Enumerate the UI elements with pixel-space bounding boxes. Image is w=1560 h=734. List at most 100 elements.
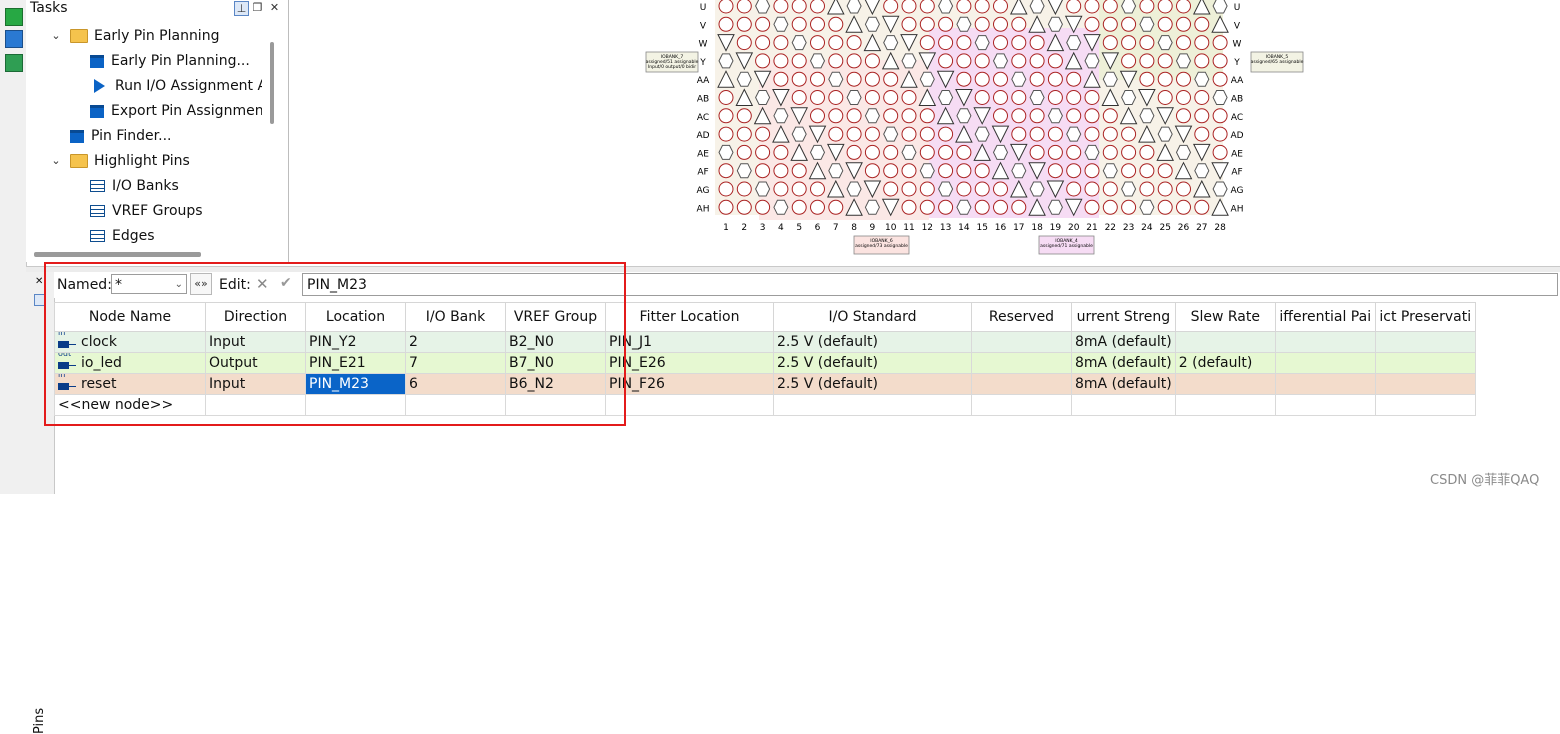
package-pin[interactable] bbox=[901, 53, 917, 69]
package-pin[interactable] bbox=[864, 53, 880, 69]
column-header-fitter-location[interactable]: Fitter Location bbox=[605, 302, 774, 332]
package-pin[interactable] bbox=[791, 126, 807, 142]
package-pin[interactable] bbox=[956, 181, 972, 197]
package-pin[interactable] bbox=[1139, 181, 1155, 197]
package-pin[interactable] bbox=[1175, 144, 1192, 160]
package-pin[interactable] bbox=[1066, 90, 1082, 105]
package-pin[interactable] bbox=[791, 163, 807, 179]
package-pin[interactable] bbox=[718, 144, 734, 160]
strict-preservation-cell[interactable] bbox=[1374, 373, 1476, 395]
package-pin[interactable] bbox=[736, 163, 752, 179]
package-pin[interactable] bbox=[1121, 16, 1137, 32]
package-pin[interactable] bbox=[1176, 90, 1191, 105]
package-pin[interactable] bbox=[901, 181, 917, 197]
package-pin[interactable] bbox=[1066, 35, 1082, 51]
package-pin[interactable] bbox=[993, 90, 1008, 105]
tree-item-vref-groups[interactable]: VREF Groups bbox=[90, 200, 203, 222]
restore-icon[interactable]: ❐ bbox=[251, 1, 264, 14]
package-pin[interactable] bbox=[1102, 35, 1118, 51]
package-pin[interactable] bbox=[864, 90, 880, 105]
tree-item-edges[interactable]: Edges bbox=[90, 225, 155, 247]
package-pin[interactable] bbox=[1029, 71, 1045, 87]
reserved-cell[interactable] bbox=[971, 373, 1072, 395]
package-pin[interactable] bbox=[1175, 53, 1192, 69]
package-pin[interactable] bbox=[901, 199, 917, 215]
package-pin[interactable] bbox=[1194, 199, 1210, 215]
package-pin[interactable] bbox=[736, 199, 752, 215]
package-pin[interactable] bbox=[718, 16, 734, 32]
package-pin[interactable] bbox=[1066, 126, 1082, 142]
package-pin[interactable] bbox=[1011, 126, 1027, 142]
package-pin[interactable] bbox=[1029, 35, 1045, 51]
package-pin[interactable] bbox=[1066, 71, 1082, 87]
package-pin[interactable] bbox=[1084, 16, 1100, 32]
package-pin[interactable] bbox=[1047, 90, 1063, 105]
package-pin[interactable] bbox=[718, 181, 734, 197]
package-pin[interactable] bbox=[773, 181, 789, 197]
strict-preservation-cell[interactable] bbox=[1374, 352, 1476, 374]
package-pin[interactable] bbox=[883, 35, 899, 51]
package-pin[interactable] bbox=[718, 199, 734, 215]
package-pin[interactable] bbox=[1066, 181, 1082, 197]
package-pin[interactable] bbox=[1029, 53, 1045, 69]
package-pin[interactable] bbox=[974, 90, 990, 105]
package-pin[interactable] bbox=[1084, 163, 1100, 179]
package-pin[interactable] bbox=[883, 0, 899, 14]
package-pin[interactable] bbox=[938, 90, 954, 105]
package-pin[interactable] bbox=[736, 126, 752, 142]
package-pin[interactable] bbox=[938, 35, 954, 51]
package-pin[interactable] bbox=[956, 199, 972, 215]
package-pin[interactable] bbox=[773, 0, 789, 14]
package-pin[interactable] bbox=[791, 35, 807, 51]
package-pin[interactable] bbox=[1047, 53, 1063, 69]
package-pin[interactable] bbox=[1011, 163, 1027, 179]
package-pin[interactable] bbox=[1011, 199, 1027, 215]
package-pin[interactable] bbox=[1084, 199, 1100, 215]
package-pin[interactable] bbox=[846, 108, 862, 124]
slew-rate-cell[interactable] bbox=[1174, 331, 1276, 353]
package-pin[interactable] bbox=[846, 35, 862, 51]
package-pin[interactable] bbox=[864, 16, 880, 32]
package-pin[interactable] bbox=[1139, 71, 1155, 87]
package-pin[interactable] bbox=[1212, 0, 1228, 14]
vertical-scrollbar[interactable] bbox=[270, 42, 274, 124]
package-pin[interactable] bbox=[773, 199, 789, 215]
package-pin[interactable] bbox=[1194, 71, 1210, 87]
package-pin[interactable] bbox=[846, 90, 862, 105]
package-pin[interactable] bbox=[1121, 199, 1137, 215]
package-pin[interactable] bbox=[736, 16, 752, 32]
package-pin[interactable] bbox=[755, 199, 771, 215]
bank-info-box[interactable]: IOBANK_5assigned/65 assignable bbox=[1250, 51, 1304, 73]
package-pin[interactable] bbox=[1121, 90, 1137, 105]
package-pin[interactable] bbox=[1066, 0, 1082, 14]
package-pin[interactable] bbox=[1157, 71, 1173, 87]
bank-info-box[interactable]: IOBANK_6assigned/73 assignable bbox=[853, 235, 910, 255]
package-pin[interactable] bbox=[1121, 53, 1137, 69]
package-pin[interactable] bbox=[883, 163, 899, 179]
package-pin[interactable] bbox=[810, 108, 825, 124]
package-pin[interactable] bbox=[1121, 181, 1137, 197]
package-pin[interactable] bbox=[718, 108, 734, 124]
package-pin[interactable] bbox=[828, 90, 844, 105]
reserved-cell[interactable] bbox=[971, 331, 1072, 353]
package-pin[interactable] bbox=[1029, 126, 1045, 142]
package-pin[interactable] bbox=[993, 16, 1008, 32]
strict-preservation-cell[interactable] bbox=[1374, 331, 1476, 353]
package-pin[interactable] bbox=[846, 144, 862, 160]
package-pin[interactable] bbox=[1121, 144, 1137, 160]
package-pin[interactable] bbox=[901, 0, 917, 14]
package-pin[interactable] bbox=[993, 108, 1008, 124]
package-pin[interactable] bbox=[1194, 108, 1210, 124]
package-pin[interactable] bbox=[755, 35, 771, 51]
package-pin[interactable] bbox=[883, 144, 899, 160]
package-pin[interactable] bbox=[755, 16, 771, 32]
package-pin[interactable] bbox=[883, 108, 899, 124]
package-pin[interactable] bbox=[956, 163, 972, 179]
pins-tab-label[interactable]: Pins bbox=[32, 708, 47, 734]
package-pin[interactable] bbox=[1047, 16, 1063, 32]
package-pin[interactable] bbox=[718, 90, 734, 105]
package-pin[interactable] bbox=[1047, 163, 1063, 179]
package-pin[interactable] bbox=[773, 144, 789, 160]
package-pin[interactable] bbox=[1194, 16, 1210, 32]
package-pin[interactable] bbox=[810, 0, 825, 14]
